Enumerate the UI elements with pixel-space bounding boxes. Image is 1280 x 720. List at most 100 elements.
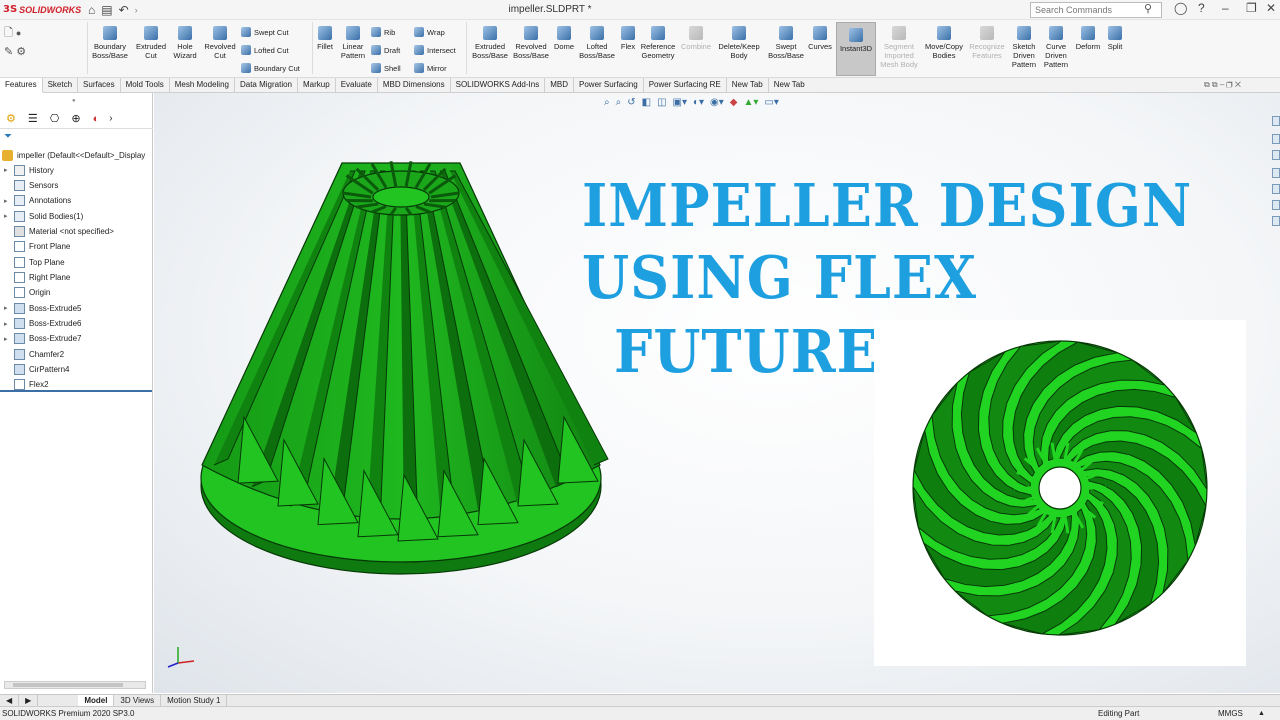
draft-button[interactable]: Draft [371,45,400,55]
expand-arrow-icon[interactable]: ▸ [4,335,14,343]
dimxpert-tab-icon[interactable]: ⊕ [71,112,80,125]
tree-item-sensors[interactable]: Sensors [4,179,58,191]
unit-system[interactable]: MMGS [1218,707,1243,720]
tree-item-solid-bodies-1[interactable]: ▸ Solid Bodies(1) [4,210,83,222]
restore-icon[interactable]: ❐ [1246,1,1257,15]
rib-button[interactable]: Rib [371,27,395,37]
tab-evaluate[interactable]: Evaluate [336,78,378,93]
task-pane-explorer-icon[interactable] [1272,150,1280,160]
tab-surfaces[interactable]: Surfaces [78,78,121,93]
tree-item-annotations[interactable]: ▸ Annotations [4,195,71,207]
close-icon[interactable]: ✕ [1266,1,1276,15]
tree-item-right-plane[interactable]: Right Plane [4,271,70,283]
search-icon[interactable]: ⚲ [1144,2,1152,15]
tab-sketch[interactable]: Sketch [43,78,79,93]
options-icon[interactable]: ✎ ⚙ [4,43,26,62]
tree-item-material-not-specified[interactable]: Material <not specified> [4,225,114,237]
extruded-cut-button[interactable]: Extruded Cut [134,26,168,60]
tree-item-history[interactable]: ▸ History [4,164,54,176]
hole-wizard-button[interactable]: Hole Wizard [168,26,202,60]
split-button[interactable]: Split [1104,26,1126,51]
expand-arrow-icon[interactable]: ▸ [4,304,14,312]
task-pane-appearances-icon[interactable] [1272,184,1280,194]
bottom-tab-model[interactable]: Model [78,694,115,707]
tree-root[interactable]: impeller (Default<<Default>_Display [2,149,145,161]
revolved-cut-button[interactable]: Revolved Cut [202,26,238,60]
task-pane-extra-icon[interactable] [1272,216,1280,226]
delete-keep-body-button[interactable]: Delete/Keep Body [716,26,762,60]
tab-new-tab[interactable]: New Tab [727,78,769,93]
tab-mbd[interactable]: MBD [545,78,574,93]
units-dropdown-icon[interactable]: ▲ [1258,707,1265,720]
recognize-features-button[interactable]: Recognize Features [968,26,1006,60]
tab-power-surfacing-re[interactable]: Power Surfacing RE [644,78,727,93]
user-icon[interactable]: ◯ [1174,1,1187,15]
linear-pattern-button[interactable]: Linear Pattern [338,26,368,60]
tree-item-origin[interactable]: Origin [4,287,50,299]
bottom-tab-3d-views[interactable]: 3D Views [114,694,162,707]
expand-arrow-icon[interactable]: ▸ [4,320,14,328]
configuration-manager-tab-icon[interactable]: ⎔ [50,112,60,125]
segment-mesh-button[interactable]: Segment Imported Mesh Body [880,26,918,69]
tab-mbd-dimensions[interactable]: MBD Dimensions [378,78,451,93]
tab-mold-tools[interactable]: Mold Tools [121,78,170,93]
task-pane-custom-icon[interactable] [1272,200,1280,210]
feature-manager-tab-icon[interactable]: ⚙ [6,112,16,125]
lofted-boss-button[interactable]: Lofted Boss/Base [578,26,616,60]
fillet-button[interactable]: Fillet [313,26,337,51]
instant3d-button[interactable]: Instant3D [836,28,876,53]
reference-geometry-button[interactable]: Reference Geometry [640,26,676,60]
expand-arrow-icon[interactable]: ▸ [4,197,14,205]
task-pane-resources-icon[interactable] [1272,116,1280,126]
window-tools-icon[interactable]: ⧉ ⧉ – ❐ ✕ [1204,80,1241,90]
scroll-right-icon[interactable]: ▶ [19,694,39,707]
search-input[interactable]: Search Commands [1030,2,1162,18]
lofted-cut-button[interactable]: Lofted Cut [241,45,289,55]
rollback-bar[interactable] [0,390,152,392]
curves-button[interactable]: Curves [806,26,834,51]
tab-new-tab[interactable]: New Tab [769,78,811,93]
tab-features[interactable]: Features [0,78,43,93]
curve-driven-pattern-button[interactable]: Curve Driven Pattern [1042,26,1070,69]
help-icon[interactable]: ? [1198,1,1205,15]
revolved-boss-button[interactable]: Revolved Boss/Base [512,26,550,60]
bottom-tab-motion-study-1[interactable]: Motion Study 1 [161,694,228,707]
swept-cut-button[interactable]: Swept Cut [241,27,289,37]
flex-button[interactable]: Flex [618,26,638,51]
intersect-button[interactable]: Intersect [414,45,456,55]
dome-button[interactable]: Dome [551,26,577,51]
minimize-icon[interactable]: – [1222,1,1229,15]
tree-item-boss-extrude6[interactable]: ▸ Boss-Extrude6 [4,318,81,330]
panel-scrollbar[interactable] [4,681,146,689]
tab-data-migration[interactable]: Data Migration [235,78,298,93]
mirror-button[interactable]: Mirror [414,63,447,73]
expand-arrow-icon[interactable]: ▸ [4,212,14,220]
expand-arrow-icon[interactable]: ▸ [4,166,14,174]
sketch-driven-pattern-button[interactable]: Sketch Driven Pattern [1010,26,1038,69]
new-document-icon[interactable]: 🗋 ● [4,24,26,43]
tab-markup[interactable]: Markup [298,78,336,93]
move-copy-button[interactable]: Move/Copy Bodies [922,26,966,60]
task-pane-palette-icon[interactable] [1272,168,1280,178]
tab-solidworks-add-ins[interactable]: SOLIDWORKS Add-Ins [451,78,546,93]
boundary-cut-button[interactable]: Boundary Cut [241,63,300,73]
tree-item-chamfer2[interactable]: Chamfer2 [4,348,64,360]
graphics-area[interactable]: ⌕ ⌕ ↺ ◧ ◫ ▣▾ ◐▾ ◉▾ ◆ ▲▾ ▭▾ IMPELLER DESI… [154,93,1280,693]
tree-item-front-plane[interactable]: Front Plane [4,241,70,253]
wrap-button[interactable]: Wrap [414,27,445,37]
swept-boss-button[interactable]: Swept Boss/Base [768,26,804,60]
boundary-boss-button[interactable]: Boundary Boss/Base [90,26,130,60]
panel-expand-icon[interactable]: › [109,113,112,124]
filter-icon[interactable]: ⏷ [4,131,12,142]
tree-item-boss-extrude7[interactable]: ▸ Boss-Extrude7 [4,333,81,345]
extruded-boss-button[interactable]: Extruded Boss/Base [472,26,508,60]
task-pane-library-icon[interactable] [1272,134,1280,144]
scroll-left-icon[interactable]: ◀ [0,694,20,707]
property-manager-tab-icon[interactable]: ☰ [28,112,38,125]
tab-power-surfacing[interactable]: Power Surfacing [574,78,644,93]
tab-mesh-modeling[interactable]: Mesh Modeling [170,78,235,93]
shell-button[interactable]: Shell [371,63,401,73]
display-manager-tab-icon[interactable]: ◐ [93,113,100,125]
deform-button[interactable]: Deform [1075,26,1101,51]
tree-item-boss-extrude5[interactable]: ▸ Boss-Extrude5 [4,302,81,314]
